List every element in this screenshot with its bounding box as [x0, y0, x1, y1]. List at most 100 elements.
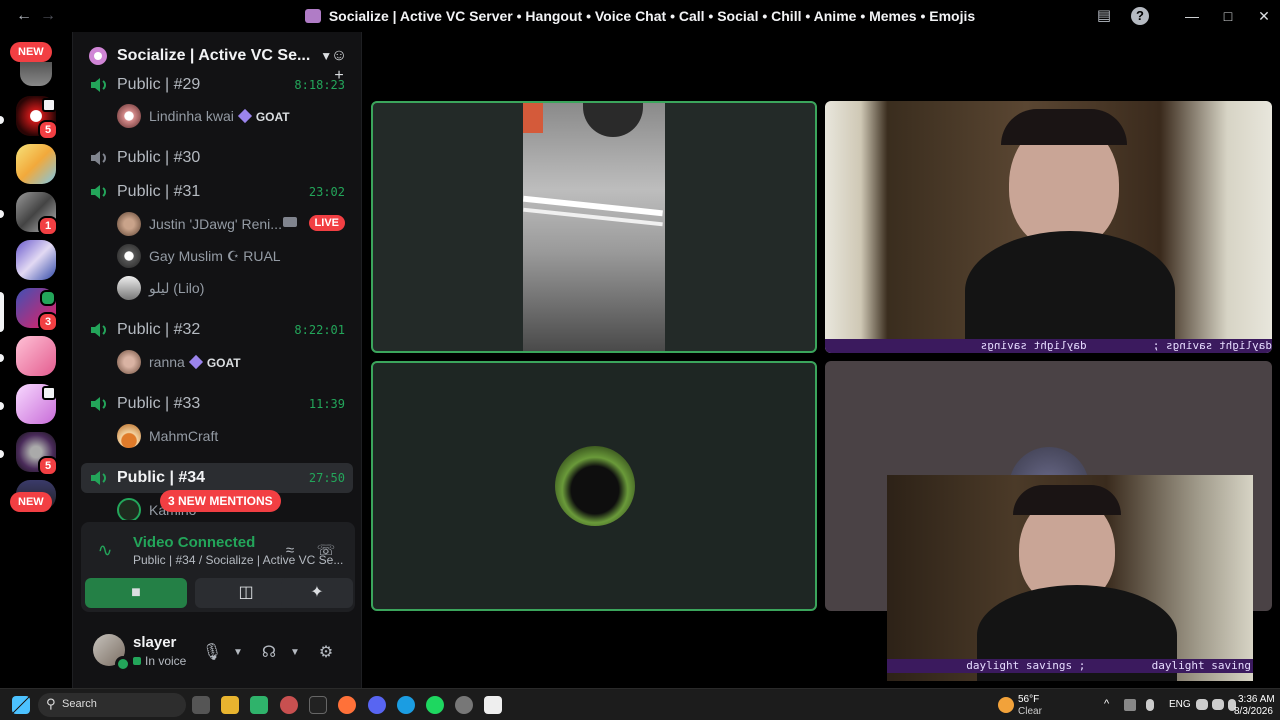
tray-chevron-icon[interactable]: ^ — [1104, 698, 1109, 710]
app-icon[interactable] — [250, 696, 268, 714]
user-panel: slayer In voice 🎙 ▼ ☊ ▼ ⚙ — [73, 622, 363, 686]
windows-taskbar: ⚲ Search 56°F Clear ^ ENG 3:36 AM 8/3/20… — [0, 688, 1280, 720]
voice-active-icon — [40, 290, 56, 306]
voice-user[interactable]: Lindinha kwai GOAT — [117, 103, 353, 129]
guild-header[interactable]: Socialize | Active VC Se... ▼ ☺+ — [73, 32, 363, 84]
add-member-icon[interactable]: ☺+ — [329, 46, 349, 84]
video-tile[interactable]: daylight savings ; daylight savings — [825, 101, 1272, 353]
voice-indicator-icon — [42, 98, 56, 112]
voice-channel[interactable]: Public | #33 11:39 — [81, 389, 353, 419]
close-button[interactable]: ✕ — [1254, 6, 1274, 26]
voice-channel[interactable]: Public | #32 8:22:01 — [81, 315, 353, 345]
minimize-button[interactable]: — — [1182, 6, 1202, 26]
start-menu-icon[interactable] — [12, 696, 30, 714]
channel-timer: 8:22:01 — [294, 323, 345, 337]
window-title-wrap: Socialize | Active VC Server • Hangout •… — [0, 8, 1280, 24]
gem-icon — [237, 108, 252, 124]
user-name: ليلو (Lilo) — [149, 280, 205, 296]
video-caption: daylight savings ; daylight saving — [887, 659, 1253, 673]
server-icon-7[interactable] — [16, 336, 56, 376]
search-icon: ⚲ — [46, 696, 56, 711]
tray-icon[interactable] — [1124, 699, 1136, 711]
user-name: Gay Muslim ☪ RUAL — [149, 248, 281, 264]
unread-pill — [0, 210, 4, 218]
camera-toggle-button[interactable]: ■ — [85, 578, 187, 608]
microphone-icon[interactable]: 🎙 — [201, 642, 223, 664]
taskbar-search[interactable]: ⚲ Search — [38, 693, 186, 717]
video-tile[interactable] — [371, 361, 817, 611]
voice-channel[interactable]: Public | #31 23:02 — [81, 177, 353, 207]
firefox-icon[interactable] — [338, 696, 356, 714]
settings-icon[interactable] — [455, 696, 473, 714]
signal-icon[interactable]: ∿ — [91, 536, 119, 564]
task-view-icon[interactable] — [192, 696, 210, 714]
voice-channel-active[interactable]: Public | #34 27:50 — [81, 463, 353, 493]
new-badge[interactable]: NEW — [10, 42, 52, 62]
mention-badge: 5 — [38, 456, 58, 476]
server-icon-5[interactable] — [16, 240, 56, 280]
voice-indicator-icon — [42, 386, 56, 400]
speaker-icon — [91, 151, 106, 165]
app-icon[interactable] — [484, 696, 502, 714]
voice-user[interactable]: ranna GOAT — [117, 349, 353, 375]
maximize-button[interactable]: □ — [1218, 6, 1238, 26]
voice-user[interactable]: MahmCraft — [117, 423, 353, 449]
app-icon[interactable] — [280, 696, 298, 714]
spotify-icon[interactable] — [426, 696, 444, 714]
online-status-icon — [115, 656, 131, 672]
speaker-icon — [91, 323, 106, 337]
headphones-icon[interactable]: ☊ — [258, 642, 280, 664]
window-title: Socialize | Active VC Server • Hangout •… — [328, 8, 976, 24]
noise-suppression-icon[interactable]: ≈ — [279, 540, 301, 562]
user-name: Justin 'JDawg' Reni... — [149, 216, 282, 232]
server-icon-3[interactable] — [16, 144, 56, 184]
voice-channel[interactable]: Public | #30 — [81, 143, 353, 173]
video-stage: daylight savings ; daylight savings dayl… — [362, 32, 1280, 688]
voice-channel[interactable]: Public | #29 8:18:23 — [81, 76, 353, 100]
voice-channel-path[interactable]: Public | #34 / Socialize | Active VC Se.… — [133, 553, 343, 567]
settings-gear-icon[interactable]: ⚙ — [315, 642, 337, 664]
discord-icon[interactable] — [368, 696, 386, 714]
app-icon[interactable] — [309, 696, 327, 714]
username[interactable]: slayer — [133, 634, 176, 651]
network-icon[interactable] — [1196, 699, 1208, 710]
channel-timer: 27:50 — [308, 471, 345, 485]
file-explorer-icon[interactable] — [221, 696, 239, 714]
channel-name: Public | #29 — [117, 76, 201, 93]
server-icon-1[interactable] — [20, 62, 52, 86]
channel-name: Public | #30 — [117, 149, 201, 166]
microphone-tray-icon[interactable] — [1146, 699, 1154, 711]
channel-name: Public | #31 — [117, 183, 201, 200]
chevron-down-icon[interactable]: ▼ — [284, 642, 306, 664]
clock-time[interactable]: 3:36 AM — [1238, 694, 1275, 705]
user-name: ranna — [149, 354, 185, 370]
clock-date[interactable]: 8/3/2026 — [1234, 706, 1273, 717]
server-icon — [304, 9, 321, 23]
chevron-down-icon[interactable]: ▼ — [227, 642, 249, 664]
help-icon[interactable]: ? — [1131, 7, 1149, 25]
video-tile[interactable] — [371, 101, 817, 353]
self-view-pip[interactable]: daylight savings ; daylight saving — [887, 475, 1253, 681]
new-mentions-pill[interactable]: 3 NEW MENTIONS — [160, 490, 281, 512]
language-indicator[interactable]: ENG — [1169, 699, 1191, 710]
inbox-icon[interactable]: ▤ — [1094, 6, 1114, 26]
voice-connection-panel: ∿ Video Connected Public | #34 / Sociali… — [81, 522, 355, 612]
volume-icon[interactable] — [1212, 699, 1224, 710]
avatar — [117, 104, 141, 128]
weather-icon[interactable] — [998, 697, 1014, 713]
activities-button[interactable]: ✦ — [281, 578, 353, 608]
voice-user[interactable]: ليلو (Lilo) — [117, 275, 353, 301]
user-status: In voice — [145, 654, 187, 668]
voice-status[interactable]: Video Connected — [133, 534, 255, 551]
disconnect-icon[interactable]: ☏ — [315, 540, 337, 562]
edge-icon[interactable] — [397, 696, 415, 714]
voice-user[interactable]: Justin 'JDawg' Reni... LIVE — [117, 211, 353, 237]
avatar — [117, 498, 141, 520]
voice-user[interactable]: Gay Muslim ☪ RUAL — [117, 243, 353, 269]
unread-pill — [0, 354, 4, 362]
new-badge[interactable]: NEW — [10, 492, 52, 512]
avatar — [117, 276, 141, 300]
video-feed — [887, 475, 1253, 681]
channel-name: Public | #33 — [117, 395, 201, 412]
selected-pill — [0, 292, 4, 332]
